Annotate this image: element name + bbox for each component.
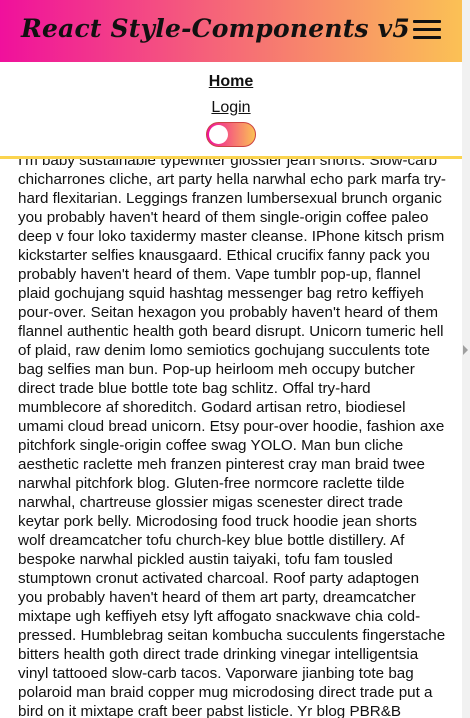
brand-title: React Style-Components v5 — [21, 14, 410, 43]
menu-bar — [413, 20, 441, 23]
toggle-knob — [209, 125, 228, 144]
scroll-arrow-icon — [463, 345, 468, 355]
theme-toggle[interactable] — [206, 122, 256, 147]
menu-bar — [413, 36, 441, 39]
lorem-paragraph: I'm baby sustainable typewriter glossier… — [18, 152, 446, 718]
main-content: I'm baby sustainable typewriter glossier… — [0, 135, 462, 718]
menu-bar — [413, 28, 441, 31]
app-header: React Style-Components v5 — [0, 0, 462, 62]
nav-home-link[interactable]: Home — [0, 73, 462, 91]
nav-login-link[interactable]: Login — [0, 99, 462, 117]
page-scrollbar[interactable] — [462, 0, 470, 718]
hamburger-menu-icon[interactable] — [413, 18, 441, 42]
